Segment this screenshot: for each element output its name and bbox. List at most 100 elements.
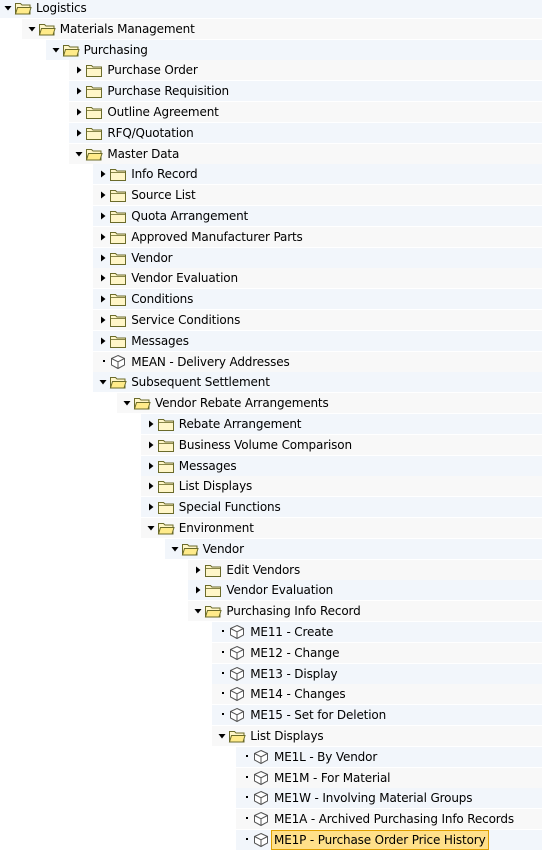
tree-node-label[interactable]: Edit Vendors <box>226 560 300 580</box>
collapse-arrow-icon[interactable] <box>194 601 204 621</box>
tree-node-label[interactable]: ME15 - Set for Deletion <box>250 705 386 725</box>
tree-node-label[interactable]: Vendor Evaluation <box>131 268 238 288</box>
tree-node-label[interactable]: RFQ/Quotation <box>107 123 193 143</box>
tree-node-label[interactable]: ME13 - Display <box>250 664 337 684</box>
tree-node-label[interactable]: Subsequent Settlement <box>131 372 270 392</box>
tree-node-materials-management[interactable]: Materials Management <box>0 18 542 39</box>
tree-node-label[interactable]: Purchasing <box>84 40 148 60</box>
tree-node-me1p-purchase-order-price-history[interactable]: ME1P - Purchase Order Price History <box>0 830 542 850</box>
expand-arrow-icon[interactable] <box>75 102 85 122</box>
tree-node-mean-delivery-addresses[interactable]: MEAN - Delivery Addresses <box>0 351 542 372</box>
tree-node-approved-manufacturer-parts[interactable]: Approved Manufacturer Parts <box>0 226 542 247</box>
tree-node-label[interactable]: Rebate Arrangement <box>179 414 302 434</box>
tree-node-conditions[interactable]: Conditions <box>0 289 542 310</box>
tree-node-label[interactable]: Master Data <box>107 144 179 164</box>
tree-node-info-record[interactable]: Info Record <box>0 164 542 185</box>
tree-node-quota-arrangement[interactable]: Quota Arrangement <box>0 206 542 226</box>
tree-node-label[interactable]: Source List <box>131 185 196 205</box>
collapse-arrow-icon[interactable] <box>75 144 85 164</box>
tree-node-me15-set-for-deletion[interactable]: ME15 - Set for Deletion <box>0 705 542 726</box>
expand-arrow-icon[interactable] <box>75 123 85 143</box>
collapse-arrow-icon[interactable] <box>147 518 157 538</box>
tree-node-me12-change[interactable]: ME12 - Change <box>0 642 542 663</box>
tree-node-me1w-involving-material-groups[interactable]: ME1W - Involving Material Groups <box>0 788 542 809</box>
tree-node-logistics[interactable]: Logistics <box>0 0 542 18</box>
tree-node-label[interactable]: ME1M - For Material <box>274 768 391 788</box>
expand-arrow-icon[interactable] <box>99 227 109 247</box>
tree-node-label[interactable]: Messages <box>179 456 237 476</box>
tree-node-source-list[interactable]: Source List <box>0 185 542 206</box>
collapse-arrow-icon[interactable] <box>52 40 62 60</box>
tree-node-label[interactable]: Service Conditions <box>131 310 240 330</box>
tree-node-vendor[interactable]: Vendor <box>0 247 542 268</box>
tree-node-purchase-order[interactable]: Purchase Order <box>0 60 542 81</box>
expand-arrow-icon[interactable] <box>99 164 109 184</box>
tree-node-list-displays[interactable]: List Displays <box>0 726 542 746</box>
expand-arrow-icon[interactable] <box>147 456 157 476</box>
tree-node-label[interactable]: ME1L - By Vendor <box>274 747 377 767</box>
collapse-arrow-icon[interactable] <box>218 726 228 746</box>
tree-node-special-functions[interactable]: Special Functions <box>0 497 542 518</box>
tree-node-vendor-rebate-arrangements[interactable]: Vendor Rebate Arrangements <box>0 393 542 414</box>
tree-node-me11-create[interactable]: ME11 - Create <box>0 622 542 642</box>
tree-node-outline-agreement[interactable]: Outline Agreement <box>0 102 542 122</box>
expand-arrow-icon[interactable] <box>75 60 85 80</box>
tree-node-service-conditions[interactable]: Service Conditions <box>0 310 542 330</box>
collapse-arrow-icon[interactable] <box>171 539 181 559</box>
expand-arrow-icon[interactable] <box>99 206 109 226</box>
tree-node-vendor-evaluation[interactable]: Vendor Evaluation <box>0 580 542 601</box>
tree-node-label[interactable]: Messages <box>131 331 189 351</box>
tree-node-label[interactable]: ME11 - Create <box>250 622 333 642</box>
expand-arrow-icon[interactable] <box>147 414 157 434</box>
tree-node-label[interactable]: MEAN - Delivery Addresses <box>131 352 290 372</box>
expand-arrow-icon[interactable] <box>99 331 109 351</box>
expand-arrow-icon[interactable] <box>99 310 109 330</box>
tree-node-label[interactable]: Conditions <box>131 289 193 309</box>
tree-node-label[interactable]: Purchase Requisition <box>107 81 229 101</box>
tree-node-label[interactable]: Info Record <box>131 164 197 184</box>
tree-node-label[interactable]: Environment <box>179 518 254 538</box>
tree-node-edit-vendors[interactable]: Edit Vendors <box>0 559 542 580</box>
tree-node-me1l-by-vendor[interactable]: ME1L - By Vendor <box>0 746 542 767</box>
tree-node-label[interactable]: Vendor Rebate Arrangements <box>155 393 329 413</box>
expand-arrow-icon[interactable] <box>194 580 204 600</box>
collapse-arrow-icon[interactable] <box>99 372 109 392</box>
tree-node-list-displays[interactable]: List Displays <box>0 476 542 497</box>
tree-node-environment[interactable]: Environment <box>0 518 542 538</box>
tree-node-label[interactable]: Outline Agreement <box>107 102 218 122</box>
tree-node-label[interactable]: Quota Arrangement <box>131 206 248 226</box>
tree-node-label[interactable]: Materials Management <box>60 19 195 39</box>
expand-arrow-icon[interactable] <box>147 435 157 455</box>
tree-node-rebate-arrangement[interactable]: Rebate Arrangement <box>0 414 542 434</box>
tree-node-rfq-quotation[interactable]: RFQ/Quotation <box>0 122 542 143</box>
tree-node-label[interactable]: Business Volume Comparison <box>179 435 352 455</box>
tree-node-me1m-for-material[interactable]: ME1M - For Material <box>0 767 542 788</box>
collapse-arrow-icon[interactable] <box>123 393 133 413</box>
tree-node-me13-display[interactable]: ME13 - Display <box>0 663 542 684</box>
tree-node-subsequent-settlement[interactable]: Subsequent Settlement <box>0 372 542 393</box>
tree-node-messages[interactable]: Messages <box>0 455 542 476</box>
tree-node-purchasing-info-record[interactable]: Purchasing Info Record <box>0 601 542 622</box>
collapse-arrow-icon[interactable] <box>28 19 38 39</box>
tree-node-vendor-evaluation[interactable]: Vendor Evaluation <box>0 268 542 289</box>
expand-arrow-icon[interactable] <box>99 185 109 205</box>
tree-node-label[interactable]: List Displays <box>250 726 323 746</box>
tree-node-me14-changes[interactable]: ME14 - Changes <box>0 684 542 705</box>
tree-node-label[interactable]: ME1A - Archived Purchasing Info Records <box>274 809 514 829</box>
tree-node-label[interactable]: Vendor <box>203 539 244 559</box>
tree-node-vendor[interactable]: Vendor <box>0 538 542 559</box>
tree-node-label[interactable]: ME1W - Involving Material Groups <box>274 788 472 808</box>
tree-node-label[interactable]: List Displays <box>179 476 252 496</box>
tree-node-label[interactable]: Purchasing Info Record <box>226 601 360 621</box>
tree-node-purchase-requisition[interactable]: Purchase Requisition <box>0 81 542 102</box>
expand-arrow-icon[interactable] <box>99 248 109 268</box>
expand-arrow-icon[interactable] <box>194 560 204 580</box>
tree-node-me1a-archived-purchasing-info-records[interactable]: ME1A - Archived Purchasing Info Records <box>0 809 542 830</box>
tree-node-business-volume-comparison[interactable]: Business Volume Comparison <box>0 434 542 455</box>
expand-arrow-icon[interactable] <box>75 81 85 101</box>
expand-arrow-icon[interactable] <box>147 497 157 517</box>
tree-node-label[interactable]: Vendor <box>131 248 172 268</box>
tree-node-label[interactable]: Logistics <box>36 0 87 18</box>
tree-node-label[interactable]: ME12 - Change <box>250 643 339 663</box>
tree-node-messages[interactable]: Messages <box>0 330 542 351</box>
